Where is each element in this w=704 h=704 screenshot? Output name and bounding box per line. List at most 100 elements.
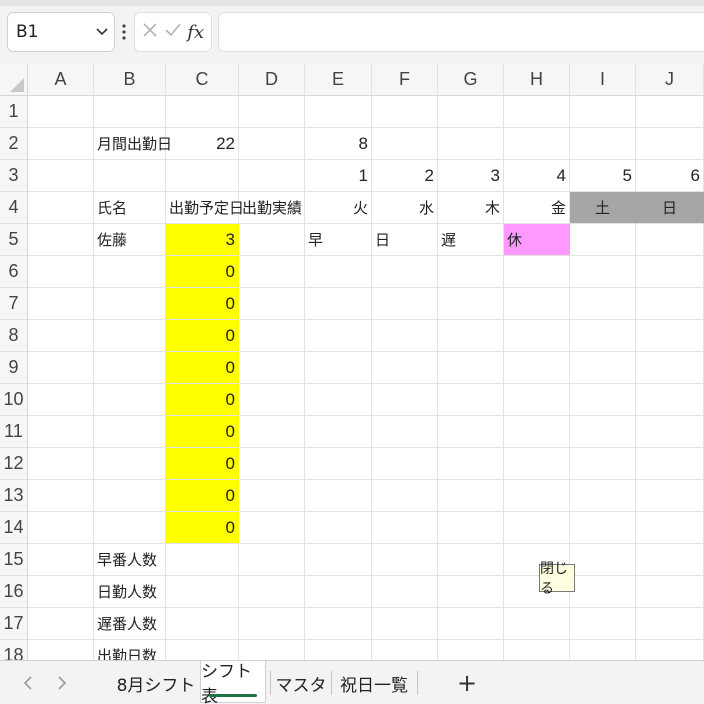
cell-e17[interactable]: [305, 608, 372, 640]
cell-e11[interactable]: [305, 416, 372, 448]
cell-e1[interactable]: [305, 96, 372, 128]
cell-d7[interactable]: [239, 288, 305, 320]
cell-g4[interactable]: 木: [438, 192, 504, 224]
cell-g2[interactable]: [438, 128, 504, 160]
cell-e9[interactable]: [305, 352, 372, 384]
cell-a17[interactable]: [28, 608, 94, 640]
cell-c14[interactable]: 0: [166, 512, 239, 544]
cancel-x-icon[interactable]: [142, 22, 158, 42]
cell-g18[interactable]: [438, 640, 504, 660]
formula-input[interactable]: [218, 12, 704, 52]
cell-e12[interactable]: [305, 448, 372, 480]
cell-j17[interactable]: [636, 608, 704, 640]
cell-i15[interactable]: [570, 544, 636, 576]
cell-i5[interactable]: [570, 224, 636, 256]
cell-a7[interactable]: [28, 288, 94, 320]
cell-j1[interactable]: [636, 96, 704, 128]
cell-g11[interactable]: [438, 416, 504, 448]
column-header-d[interactable]: D: [239, 64, 305, 96]
cell-i10[interactable]: [570, 384, 636, 416]
cell-j15[interactable]: [636, 544, 704, 576]
cell-a6[interactable]: [28, 256, 94, 288]
cell-f10[interactable]: [372, 384, 438, 416]
cell-e6[interactable]: [305, 256, 372, 288]
cell-g9[interactable]: [438, 352, 504, 384]
cell-i13[interactable]: [570, 480, 636, 512]
cell-g10[interactable]: [438, 384, 504, 416]
cell-h6[interactable]: [504, 256, 570, 288]
cell-f16[interactable]: [372, 576, 438, 608]
cell-e10[interactable]: [305, 384, 372, 416]
cell-f12[interactable]: [372, 448, 438, 480]
cell-g12[interactable]: [438, 448, 504, 480]
cell-f3[interactable]: 2: [372, 160, 438, 192]
cell-e3[interactable]: 1: [305, 160, 372, 192]
chevron-right-icon[interactable]: [52, 671, 72, 695]
cell-b17[interactable]: 遅番人数: [94, 608, 166, 640]
cell-d8[interactable]: [239, 320, 305, 352]
row-header-8[interactable]: 8: [0, 320, 28, 352]
cell-d9[interactable]: [239, 352, 305, 384]
cell-d15[interactable]: [239, 544, 305, 576]
cell-f5[interactable]: 日: [372, 224, 438, 256]
cell-g6[interactable]: [438, 256, 504, 288]
cell-a11[interactable]: [28, 416, 94, 448]
cell-b2[interactable]: 月間出勤日: [94, 128, 172, 160]
more-vertical-icon[interactable]: [119, 18, 129, 46]
cell-h1[interactable]: [504, 96, 570, 128]
row-header-10[interactable]: 10: [0, 384, 28, 416]
cell-i18[interactable]: [570, 640, 636, 660]
cell-i3[interactable]: 5: [570, 160, 636, 192]
cell-f13[interactable]: [372, 480, 438, 512]
cell-g15[interactable]: [438, 544, 504, 576]
cell-a8[interactable]: [28, 320, 94, 352]
row-header-18[interactable]: 18: [0, 640, 28, 660]
cell-d3[interactable]: [239, 160, 305, 192]
row-header-13[interactable]: 13: [0, 480, 28, 512]
column-header-g[interactable]: G: [438, 64, 504, 96]
cell-c15[interactable]: [166, 544, 239, 576]
function-fx-icon[interactable]: fx: [187, 22, 204, 43]
column-header-j[interactable]: J: [636, 64, 704, 96]
cell-h5[interactable]: 休: [504, 224, 570, 256]
cell-f18[interactable]: [372, 640, 438, 660]
cell-b7[interactable]: [94, 288, 166, 320]
column-header-e[interactable]: E: [305, 64, 372, 96]
cell-j13[interactable]: [636, 480, 704, 512]
cell-h14[interactable]: [504, 512, 570, 544]
cell-c10[interactable]: 0: [166, 384, 239, 416]
row-header-4[interactable]: 4: [0, 192, 28, 224]
cell-d17[interactable]: [239, 608, 305, 640]
cell-i9[interactable]: [570, 352, 636, 384]
cell-d11[interactable]: [239, 416, 305, 448]
cell-b5[interactable]: 佐藤: [94, 224, 166, 256]
cell-d5[interactable]: [239, 224, 305, 256]
row-header-5[interactable]: 5: [0, 224, 28, 256]
cell-d14[interactable]: [239, 512, 305, 544]
cell-g16[interactable]: [438, 576, 504, 608]
cell-i14[interactable]: [570, 512, 636, 544]
cell-c1[interactable]: [166, 96, 239, 128]
cell-a13[interactable]: [28, 480, 94, 512]
spreadsheet-grid[interactable]: A B C D E F G H I J 1 2 月間出勤日 22 8 3 1 2 3 4 5 6 4 氏名 出勤予定日 出勤実績火…: [0, 64, 704, 660]
row-header-9[interactable]: 9: [0, 352, 28, 384]
cell-h2[interactable]: [504, 128, 570, 160]
cell-h3[interactable]: 4: [504, 160, 570, 192]
cell-j2[interactable]: [636, 128, 704, 160]
cell-e8[interactable]: [305, 320, 372, 352]
cell-b10[interactable]: [94, 384, 166, 416]
cell-b6[interactable]: [94, 256, 166, 288]
cell-c5[interactable]: 3: [166, 224, 239, 256]
cell-a12[interactable]: [28, 448, 94, 480]
column-header-f[interactable]: F: [372, 64, 438, 96]
cell-e2[interactable]: 8: [305, 128, 372, 160]
check-icon[interactable]: [164, 22, 182, 42]
cell-f1[interactable]: [372, 96, 438, 128]
cell-e16[interactable]: [305, 576, 372, 608]
cell-f11[interactable]: [372, 416, 438, 448]
cell-a1[interactable]: [28, 96, 94, 128]
cell-d6[interactable]: [239, 256, 305, 288]
cell-b12[interactable]: [94, 448, 166, 480]
cell-i2[interactable]: [570, 128, 636, 160]
cell-j4[interactable]: 日: [636, 192, 704, 224]
